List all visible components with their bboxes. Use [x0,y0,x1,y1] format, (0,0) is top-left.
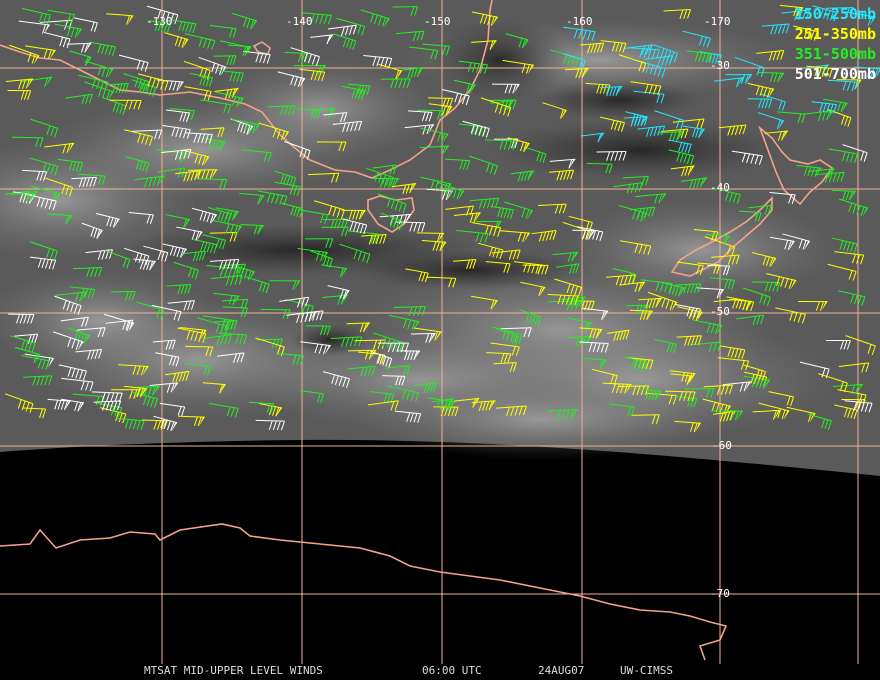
cloud-patch [430,20,570,100]
lat-label-70: -70 [710,587,730,600]
map-canvas [0,0,880,664]
satellite-wind-map: -130 -140 -150 -160 -170 -30 -40 -50 -60… [0,0,880,680]
legend-251-350mb: 251-350mb [794,25,876,43]
lon-label-140: -140 [286,15,313,28]
lon-label-160: -160 [566,15,593,28]
lat-label-50: -50 [710,305,730,318]
map-footer: MTSAT MID-UPPER LEVEL WINDS 06:00 UTC 24… [0,664,880,678]
legend-150-250mb: 150-250mb [794,5,876,23]
lon-label-150: -150 [424,15,451,28]
footer-source: UW-CIMSS [620,664,673,677]
footer-time: 06:00 UTC [422,664,482,677]
coast-antarctica [0,523,728,661]
lat-label-40: -40 [710,181,730,194]
legend-501-700mb: 501-700mb [794,65,876,83]
lat-label-60: -60 [712,439,732,452]
lon-label-130: -130 [146,15,173,28]
footer-product: MTSAT MID-UPPER LEVEL WINDS [144,664,323,677]
legend-351-500mb: 351-500mb [794,45,876,63]
lat-label-30: -30 [710,59,730,72]
cloud-patch [350,250,590,290]
footer-date: 24AUG07 [538,664,585,677]
lon-label-170: -170 [704,15,731,28]
